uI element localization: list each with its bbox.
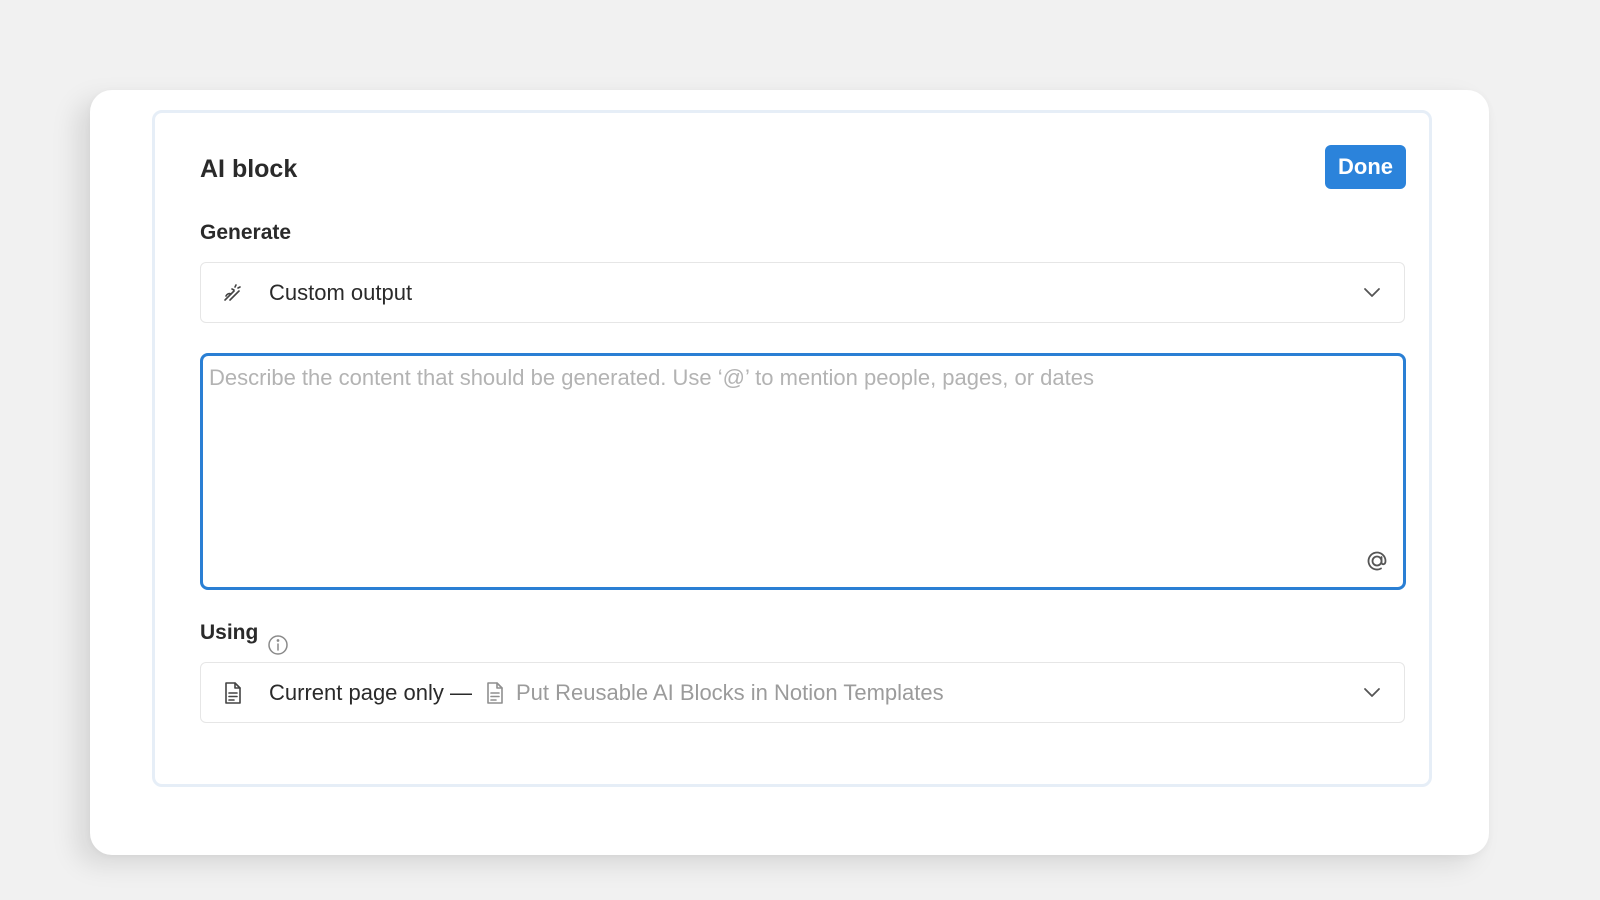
using-selected-value: Current page only — bbox=[269, 679, 472, 705]
at-sign-icon[interactable] bbox=[1363, 547, 1391, 575]
generate-selected-value: Custom output bbox=[269, 279, 413, 305]
using-select[interactable]: Current page only — Put Reusable AI Bloc… bbox=[200, 662, 1405, 723]
generate-select[interactable]: Custom output bbox=[200, 262, 1405, 323]
chevron-down-icon bbox=[1364, 687, 1380, 697]
chevron-down-icon bbox=[1364, 287, 1380, 297]
modal-title: AI block bbox=[200, 155, 298, 183]
using-label: Using bbox=[200, 621, 259, 644]
info-icon[interactable] bbox=[267, 634, 289, 656]
prompt-input[interactable] bbox=[209, 364, 1389, 534]
ai-block-panel: AI block Done Generate Custom output Des… bbox=[152, 110, 1432, 787]
page-document-icon bbox=[487, 681, 503, 704]
generate-label: Generate bbox=[200, 221, 292, 244]
ai-block-modal: AI block Done Generate Custom output Des… bbox=[90, 90, 1489, 855]
source-page-title: Put Reusable AI Blocks in Notion Templat… bbox=[516, 679, 944, 705]
prompt-box bbox=[200, 353, 1406, 590]
done-button[interactable]: Done bbox=[1325, 145, 1406, 189]
document-icon bbox=[221, 681, 245, 705]
pen-sparkle-icon bbox=[221, 281, 245, 305]
